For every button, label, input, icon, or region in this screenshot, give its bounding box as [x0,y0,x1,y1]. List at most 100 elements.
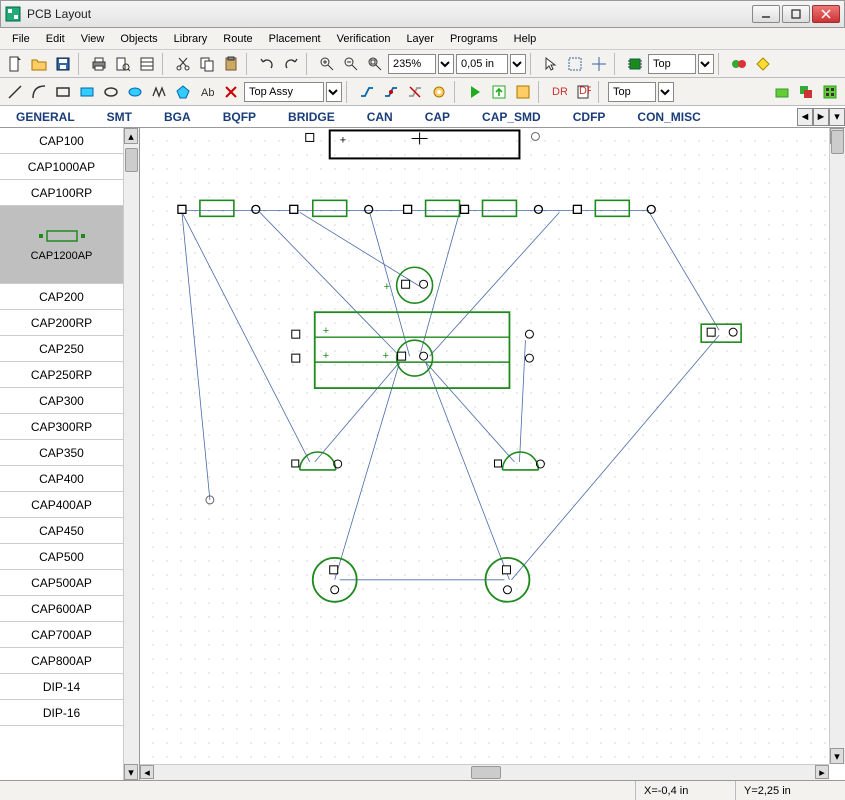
menu-help[interactable]: Help [506,30,545,48]
zoom-input[interactable] [388,54,436,74]
undo-button[interactable] [256,53,278,75]
polygon-tool[interactable] [172,81,194,103]
line-tool[interactable] [4,81,26,103]
drc-report-button[interactable]: DRC [572,81,594,103]
vscroll-thumb[interactable] [831,130,844,154]
properties-button[interactable] [819,81,841,103]
list-item[interactable]: CAP400 [0,466,123,492]
layer1-input[interactable] [648,54,696,74]
list-item[interactable]: DIP-14 [0,674,123,700]
scroll-right-icon[interactable]: ▸ [815,765,829,779]
assy-input[interactable] [244,82,324,102]
vertical-scrollbar[interactable]: ▴ ▾ [829,128,845,764]
route-manual-tool[interactable] [356,81,378,103]
category-can[interactable]: CAN [351,106,409,128]
category-bridge[interactable]: BRIDGE [272,106,351,128]
zoom-out-button[interactable] [340,53,362,75]
category-general[interactable]: GENERAL [0,106,91,128]
ellipse-tool[interactable] [100,81,122,103]
rect-tool[interactable] [52,81,74,103]
category-cap-smd[interactable]: CAP_SMD [466,106,557,128]
list-item[interactable]: CAP500 [0,544,123,570]
list-item[interactable]: CAP300 [0,388,123,414]
scroll-down-icon[interactable]: ▾ [124,764,138,780]
print-button[interactable] [88,53,110,75]
zoom-in-button[interactable] [316,53,338,75]
category-scroll-left[interactable]: ◄ [797,108,813,126]
filled-rect-tool[interactable] [76,81,98,103]
category-bqfp[interactable]: BQFP [207,106,272,128]
list-item[interactable]: CAP400AP [0,492,123,518]
layer1-dropdown[interactable] [698,54,714,74]
list-item[interactable]: CAP800AP [0,648,123,674]
category-bga[interactable]: BGA [148,106,207,128]
chip-button[interactable] [624,53,646,75]
grid-dropdown[interactable] [510,54,526,74]
list-item[interactable]: CAP200RP [0,310,123,336]
board-button[interactable] [512,81,534,103]
copy-button[interactable] [196,53,218,75]
list-item[interactable]: CAP600AP [0,596,123,622]
sidebar-scrollbar[interactable]: ▴ ▾ [123,128,139,780]
list-item[interactable]: CAP300RP [0,414,123,440]
menu-view[interactable]: View [73,30,113,48]
menu-placement[interactable]: Placement [261,30,329,48]
menu-library[interactable]: Library [166,30,216,48]
category-smt[interactable]: SMT [91,106,148,128]
menu-verification[interactable]: Verification [329,30,399,48]
cut-button[interactable] [172,53,194,75]
layer2-dropdown[interactable] [658,82,674,102]
scroll-up-icon[interactable]: ▴ [124,128,138,144]
grid-input[interactable] [456,54,508,74]
arc-tool[interactable] [28,81,50,103]
cursor-button[interactable] [540,53,562,75]
list-item[interactable]: CAP450 [0,518,123,544]
minimize-button[interactable] [752,5,780,23]
category-cdfp[interactable]: CDFP [557,106,622,128]
paste-button[interactable] [220,53,242,75]
list-item[interactable]: DIP-16 [0,700,123,726]
layer2-input[interactable] [608,82,656,102]
close-button[interactable] [812,5,840,23]
select-button[interactable] [564,53,586,75]
new-button[interactable] [4,53,26,75]
crosshair-button[interactable] [588,53,610,75]
menu-objects[interactable]: Objects [112,30,165,48]
measure-button[interactable] [752,53,774,75]
run-button[interactable] [464,81,486,103]
list-item[interactable]: CAP700AP [0,622,123,648]
list-item[interactable]: CAP1000AP [0,154,123,180]
scroll-down-icon[interactable]: ▾ [830,748,844,764]
menu-edit[interactable]: Edit [38,30,73,48]
scroll-left-icon[interactable]: ◂ [140,765,154,779]
menu-layer[interactable]: Layer [398,30,442,48]
open-button[interactable] [28,53,50,75]
list-item[interactable]: CAP200 [0,284,123,310]
list-item[interactable]: CAP100RP [0,180,123,206]
redo-button[interactable] [280,53,302,75]
text-tool[interactable]: Abc [196,81,218,103]
maximize-button[interactable] [782,5,810,23]
scroll-thumb[interactable] [125,148,138,172]
zoom-fit-button[interactable] [364,53,386,75]
export-button[interactable] [488,81,510,103]
preview-button[interactable] [112,53,134,75]
layers-button[interactable] [795,81,817,103]
pcb-canvas[interactable]: + [140,128,829,764]
menu-file[interactable]: File [4,30,38,48]
horizontal-scrollbar[interactable]: ◂ ▸ [140,764,829,780]
filled-ellipse-tool[interactable] [124,81,146,103]
category-con-misc[interactable]: CON_MISC [621,106,716,128]
drc-button[interactable]: DRC [548,81,570,103]
assy-dropdown[interactable] [326,82,342,102]
unroute-tool[interactable] [404,81,426,103]
list-item[interactable]: CAP250RP [0,362,123,388]
zoom-dropdown[interactable] [438,54,454,74]
menu-programs[interactable]: Programs [442,30,506,48]
list-item-selected[interactable]: CAP1200AP [0,206,123,284]
list-item[interactable]: CAP250 [0,336,123,362]
category-scroll-right[interactable]: ► [813,108,829,126]
delete-tool[interactable] [220,81,242,103]
category-menu[interactable]: ▾ [829,108,845,126]
category-cap[interactable]: CAP [409,106,466,128]
